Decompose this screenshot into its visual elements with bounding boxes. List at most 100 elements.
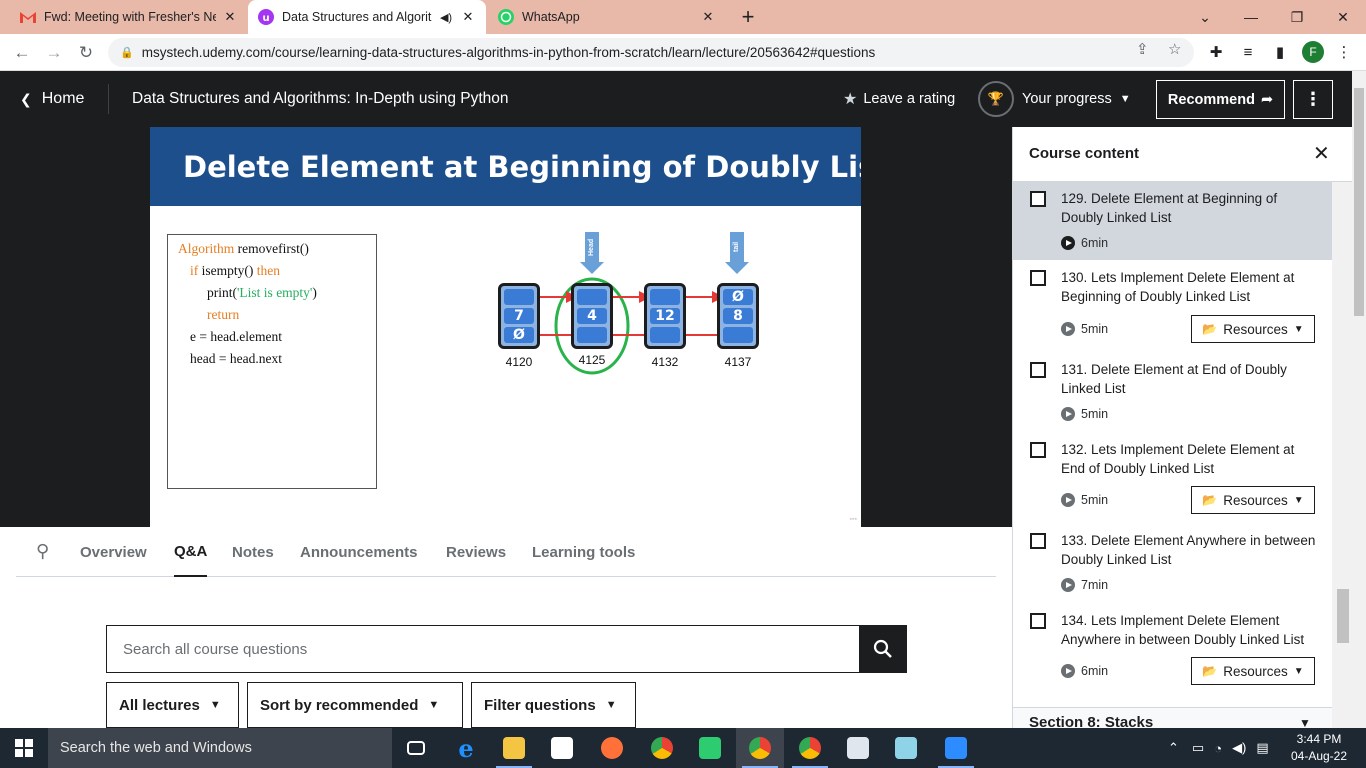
sidebar-title: Course content	[1029, 145, 1140, 162]
close-window-button[interactable]: ✕	[1320, 0, 1366, 34]
course-title[interactable]: Data Structures and Algorithms: In-Depth…	[132, 71, 509, 127]
file-explorer-icon[interactable]	[490, 728, 538, 768]
side-panel-icon[interactable]: ▮	[1268, 40, 1292, 64]
lecture-checkbox[interactable]	[1030, 191, 1046, 207]
extensions-icon[interactable]: ✚	[1204, 40, 1228, 64]
recommend-button[interactable]: Recommend ➦	[1156, 80, 1285, 119]
lecture-title: 132. Lets Implement Delete Element at En…	[1061, 442, 1295, 476]
lecture-checkbox[interactable]	[1030, 442, 1046, 458]
address-bar[interactable]: 🔒 msystech.udemy.com/course/learning-dat…	[108, 38, 1194, 67]
store-icon[interactable]	[538, 728, 586, 768]
reload-icon[interactable]: ↻	[72, 39, 100, 67]
sidebar-scrollbar[interactable]	[1332, 182, 1352, 728]
qa-search-input[interactable]	[107, 626, 859, 672]
dropdown-label: All lectures	[119, 696, 200, 714]
chrome-profile-icon[interactable]	[736, 728, 784, 768]
lecture-item[interactable]: 133. Delete Element Anywhere in between …	[1013, 520, 1332, 600]
new-tab-button[interactable]: +	[736, 4, 760, 30]
resources-dropdown[interactable]: 📂 Resources ▼	[1191, 657, 1315, 685]
notes-app-icon[interactable]	[882, 728, 930, 768]
lecture-item[interactable]: 131. Delete Element at End of Doubly Lin…	[1013, 350, 1332, 430]
back-icon[interactable]: ←	[8, 39, 36, 67]
tab-announcements[interactable]: Announcements	[300, 527, 418, 577]
minimize-button[interactable]: —	[1228, 0, 1274, 34]
wifi-icon[interactable]: ◔	[1214, 741, 1222, 756]
algo-line: e = head.element	[190, 329, 282, 344]
app-icon[interactable]	[686, 728, 734, 768]
video-player[interactable]: Delete Element at Beginning of Doubly Li…	[0, 127, 1012, 527]
lecture-checkbox[interactable]	[1030, 362, 1046, 378]
share-icon[interactable]: ⇪	[1136, 40, 1149, 58]
all-lectures-dropdown[interactable]: All lectures ▼	[106, 682, 239, 728]
close-tab-icon[interactable]: ✕	[700, 9, 716, 25]
progress-label: Your progress	[1022, 91, 1112, 107]
lecture-checkbox[interactable]	[1030, 613, 1046, 629]
play-icon	[1061, 578, 1075, 592]
tab-gmail[interactable]: Fwd: Meeting with Fresher's New ✕	[10, 0, 248, 34]
close-tab-icon[interactable]: ✕	[460, 9, 476, 25]
python-app-icon[interactable]	[834, 728, 882, 768]
algo-line: if isempty() then	[190, 263, 280, 278]
system-clock[interactable]: 3:44 PM 04-Aug-22	[1284, 731, 1354, 765]
page-scrollbar-thumb[interactable]	[1354, 88, 1364, 316]
tab-udemy[interactable]: u Data Structures and Algorith ◀) ✕	[248, 0, 486, 34]
tab-overview[interactable]: Overview	[80, 527, 147, 577]
taskbar-search-box[interactable]: Search the web and Windows	[48, 728, 392, 768]
lecture-duration: 6min	[1061, 236, 1108, 250]
search-icon	[873, 639, 892, 658]
tab-qa[interactable]: Q&A	[174, 527, 208, 577]
tab-learning-tools[interactable]: Learning tools	[532, 527, 635, 577]
head-pointer-label: Head	[585, 232, 599, 262]
battery-icon[interactable]: ▭	[1192, 740, 1204, 756]
tab-whatsapp[interactable]: WhatsApp ✕	[488, 0, 726, 34]
media-control-icon[interactable]: ≡	[1236, 40, 1260, 64]
leave-rating-button[interactable]: ★ Leave a rating	[843, 71, 955, 127]
resources-dropdown[interactable]: 📂 Resources ▼	[1191, 315, 1315, 343]
tab-reviews[interactable]: Reviews	[446, 527, 506, 577]
play-icon	[1061, 664, 1075, 678]
chevron-up-icon[interactable]: ⌃	[1168, 740, 1179, 756]
firefox-icon[interactable]	[588, 728, 636, 768]
profile-avatar[interactable]: F	[1302, 41, 1324, 63]
dropdown-label: Filter questions	[484, 696, 596, 714]
tab-title: Data Structures and Algorith	[282, 10, 432, 24]
speaker-icon[interactable]: ◀)	[438, 11, 454, 24]
task-view-icon[interactable]	[392, 728, 440, 768]
lecture-item[interactable]: 130. Lets Implement Delete Element at Be…	[1013, 260, 1332, 350]
qa-search-button[interactable]	[859, 625, 907, 673]
qa-search-form	[106, 625, 907, 673]
volume-icon[interactable]: ◀)	[1232, 740, 1246, 756]
close-icon[interactable]: ✕	[1313, 141, 1330, 166]
sort-dropdown[interactable]: Sort by recommended ▼	[247, 682, 463, 728]
zoom-icon[interactable]	[932, 728, 980, 768]
close-tab-icon[interactable]: ✕	[222, 9, 238, 25]
chrome-alt-icon[interactable]	[786, 728, 834, 768]
whatsapp-icon	[498, 9, 514, 25]
lecture-checkbox[interactable]	[1030, 533, 1046, 549]
system-tray: ⌃ ▭ ◔ ◀) ▤	[1160, 728, 1274, 768]
lecture-item[interactable]: 132. Lets Implement Delete Element at En…	[1013, 430, 1332, 520]
chrome-menu-icon[interactable]: ⋮	[1332, 40, 1356, 64]
sidebar-scrollbar-thumb[interactable]	[1337, 589, 1349, 643]
gmail-icon	[20, 9, 36, 25]
more-options-icon[interactable]: ⋮	[1293, 80, 1333, 119]
your-progress-button[interactable]: 🏆 Your progress ▼	[978, 71, 1131, 127]
notification-icon[interactable]: ▤	[1256, 740, 1268, 756]
tab-notes[interactable]: Notes	[232, 527, 274, 577]
search-icon[interactable]: ⚲	[36, 541, 49, 562]
filter-questions-dropdown[interactable]: Filter questions ▼	[471, 682, 636, 728]
restore-button[interactable]: ❐	[1274, 0, 1320, 34]
chrome-icon[interactable]	[638, 728, 686, 768]
lecture-item[interactable]: 129. Delete Element at Beginning of Doub…	[1013, 182, 1332, 260]
windows-start-icon[interactable]	[0, 728, 48, 768]
lecture-item[interactable]: 134. Lets Implement Delete Element Anywh…	[1013, 600, 1332, 695]
forward-icon[interactable]: →	[40, 39, 68, 67]
bookmark-star-icon[interactable]: ☆	[1168, 40, 1181, 58]
section-header[interactable]: Section 8: Stacks ▼	[1013, 707, 1332, 728]
resources-dropdown[interactable]: 📂 Resources ▼	[1191, 486, 1315, 514]
tab-search-icon[interactable]: ⌄	[1182, 0, 1228, 34]
node-address: 4120	[505, 355, 533, 369]
lecture-checkbox[interactable]	[1030, 270, 1046, 286]
home-link[interactable]: ❮ Home	[20, 71, 84, 127]
edge-icon[interactable]: e	[442, 728, 490, 768]
